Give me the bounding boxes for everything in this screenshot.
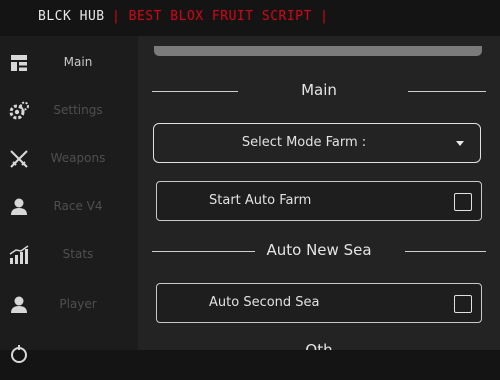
section-title: Auto New Sea xyxy=(266,241,372,259)
sidebar-item-race-v4[interactable]: Race V4 xyxy=(0,184,138,232)
divider xyxy=(405,251,486,252)
dropdown-label: Select Mode Farm : xyxy=(241,135,367,150)
caret-down-icon xyxy=(456,141,464,146)
sidebar-item-label: Race V4 xyxy=(53,199,103,213)
auto-second-sea-toggle[interactable]: Auto Second Sea xyxy=(156,283,482,323)
section-header-other: Oth xyxy=(152,341,486,350)
divider xyxy=(408,91,486,92)
sidebar-item-label: Settings xyxy=(53,103,103,117)
title-bar: BLCK HUB | BEST BLOX FRUIT SCRIPT | xyxy=(0,0,500,36)
select-mode-farm-dropdown[interactable]: Select Mode Farm : xyxy=(153,123,481,163)
bar-chart-icon xyxy=(8,244,30,266)
app-title: BLCK HUB xyxy=(38,9,105,24)
section-header-auto-new-sea: Auto New Sea xyxy=(152,241,486,261)
sidebar-item-label: Stats xyxy=(62,247,94,261)
sidebar-item-label: Main xyxy=(63,55,93,69)
section-title: Oth xyxy=(305,341,333,350)
section-header-main: Main xyxy=(152,81,486,101)
section-title: Main xyxy=(301,81,337,99)
gear-icon xyxy=(8,100,30,122)
sidebar: Main Settings Weapons Race V4 Stats Play… xyxy=(0,36,138,363)
scrollbar[interactable] xyxy=(154,46,482,56)
toggle-label: Auto Second Sea xyxy=(209,295,320,310)
main-panel: Main Select Mode Farm : Start Auto Farm … xyxy=(138,36,500,350)
toggle-label: Start Auto Farm xyxy=(209,193,312,208)
sidebar-item-weapons[interactable]: Weapons xyxy=(0,136,138,184)
sidebar-item-partial[interactable] xyxy=(0,332,138,380)
target-icon xyxy=(8,344,30,366)
home-icon xyxy=(8,52,30,74)
sidebar-item-player[interactable]: Player xyxy=(0,282,138,330)
user-icon xyxy=(8,196,30,218)
user-icon xyxy=(8,294,30,316)
start-auto-farm-toggle[interactable]: Start Auto Farm xyxy=(156,181,482,221)
sidebar-item-settings[interactable]: Settings xyxy=(0,88,138,136)
sidebar-item-stats[interactable]: Stats xyxy=(0,232,138,280)
crossed-swords-icon xyxy=(8,148,30,170)
sidebar-item-main[interactable]: Main xyxy=(0,40,138,88)
checkbox[interactable] xyxy=(454,295,472,313)
sidebar-item-label: Weapons xyxy=(50,151,106,165)
sidebar-item-label: Player xyxy=(59,297,97,311)
app-subtitle: | BEST BLOX FRUIT SCRIPT | xyxy=(112,9,329,24)
checkbox[interactable] xyxy=(454,193,472,211)
